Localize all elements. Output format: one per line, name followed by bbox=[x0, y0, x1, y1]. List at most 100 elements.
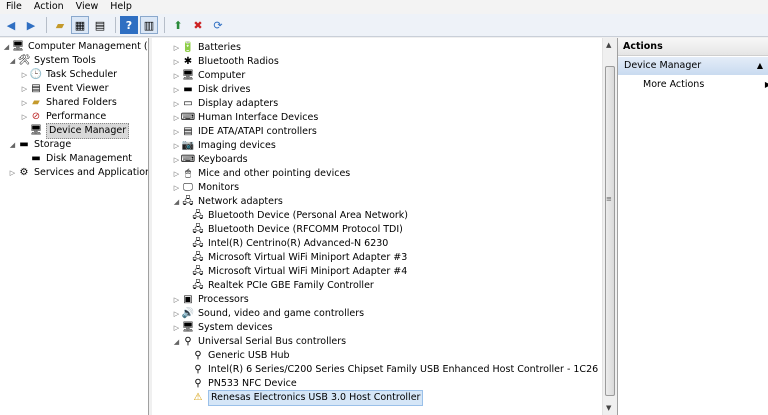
menu-view[interactable]: View bbox=[70, 0, 105, 14]
device-item[interactable]: ⚠ Renesas Electronics USB 3.0 Host Contro… bbox=[191, 390, 424, 406]
device-label: Microsoft Virtual WiFi Miniport Adapter … bbox=[208, 266, 408, 277]
device-item[interactable]: 🖧 Microsoft Virtual WiFi Miniport Adapter… bbox=[191, 265, 407, 279]
collapse-icon[interactable]: ◢ bbox=[172, 195, 181, 209]
device-category[interactable]: ▷ 🖱 Mice and other pointing devices bbox=[172, 167, 350, 181]
properties-icon[interactable]: ▤ bbox=[91, 16, 109, 34]
tree-node-event-viewer[interactable]: ▷ ▤ Event Viewer bbox=[20, 82, 109, 96]
device-category[interactable]: ▷ ▬ Disk drives bbox=[172, 83, 251, 97]
device-label: Batteries bbox=[198, 42, 241, 53]
expand-icon[interactable]: ▷ bbox=[172, 111, 181, 125]
help-icon[interactable]: ? bbox=[120, 16, 138, 34]
device-item[interactable]: 🖧 Realtek PCIe GBE Family Controller bbox=[191, 279, 374, 293]
device-category[interactable]: ▷ ⌨ Human Interface Devices bbox=[172, 111, 318, 125]
device-category[interactable]: ▷ 📷 Imaging devices bbox=[172, 139, 276, 153]
expand-icon[interactable]: ▷ bbox=[172, 41, 181, 55]
device-item[interactable]: 🖧 Microsoft Virtual WiFi Miniport Adapter… bbox=[191, 251, 407, 265]
shared-folder-icon: ▰ bbox=[32, 97, 40, 108]
expand-icon[interactable]: ▷ bbox=[172, 97, 181, 111]
menu-file[interactable]: File bbox=[0, 0, 28, 14]
scroll-down-icon[interactable]: ▼ bbox=[606, 404, 611, 412]
device-category[interactable]: ◢ 🖧 Network adapters bbox=[172, 195, 283, 209]
expand-icon[interactable]: ▷ bbox=[172, 293, 181, 307]
tree-node-task-scheduler[interactable]: ▷ 🕒 Task Scheduler bbox=[20, 68, 117, 82]
disk-management-icon: ▬ bbox=[31, 153, 41, 164]
expand-icon[interactable]: ▷ bbox=[172, 167, 181, 181]
show-hide-icon[interactable]: ▥ bbox=[140, 16, 158, 34]
tree-node-shared-folders[interactable]: ▷ ▰ Shared Folders bbox=[20, 96, 117, 110]
tree-node-system-tools[interactable]: ◢ 🛠 System Tools bbox=[8, 54, 96, 68]
device-tree: ▷ 🔋 Batteries ▷ ✱ Bluetooth Radios ▷ 🖥 Computer ▷… bbox=[152, 38, 602, 415]
scan-hardware-icon[interactable]: ⟳ bbox=[209, 16, 227, 34]
device-category[interactable]: ▷ 🔊 Sound, video and game controllers bbox=[172, 307, 364, 321]
expand-icon[interactable]: ▷ bbox=[172, 125, 181, 139]
collapse-icon[interactable]: ◢ bbox=[8, 54, 17, 68]
uninstall-icon[interactable]: ✖ bbox=[189, 16, 207, 34]
device-label: Imaging devices bbox=[198, 140, 276, 151]
device-item[interactable]: ⚲ Generic USB Hub bbox=[191, 349, 289, 363]
expand-icon[interactable]: ▷ bbox=[172, 83, 181, 97]
console-tree: ◢ 🖥 Computer Management (Local ◢ 🛠 Syste… bbox=[0, 38, 149, 415]
tree-node-root[interactable]: ◢ 🖥 Computer Management (Local bbox=[2, 40, 148, 54]
tree-node-device-manager[interactable]: 🖥 Device Manager bbox=[29, 123, 130, 139]
expand-icon[interactable]: ▷ bbox=[20, 68, 29, 82]
more-actions-item[interactable]: More Actions ▶ bbox=[643, 78, 768, 92]
up-folder-icon[interactable]: ▰ bbox=[51, 16, 69, 34]
forward-arrow-icon[interactable]: ▶ bbox=[22, 16, 40, 34]
menu-help[interactable]: Help bbox=[104, 0, 138, 14]
device-category[interactable]: ▷ ✱ Bluetooth Radios bbox=[172, 55, 279, 69]
expand-icon[interactable]: ▷ bbox=[20, 82, 29, 96]
device-category[interactable]: ▷ 🔋 Batteries bbox=[172, 41, 241, 55]
update-driver-icon[interactable]: ⬆ bbox=[169, 16, 187, 34]
expand-icon[interactable]: ▷ bbox=[172, 181, 181, 195]
device-category[interactable]: ▷ 🖵 Monitors bbox=[172, 181, 239, 195]
tree-label: Performance bbox=[46, 111, 107, 122]
menu-bar: File Action View Help bbox=[0, 0, 768, 14]
expand-icon[interactable]: ▷ bbox=[172, 69, 181, 83]
collapse-icon[interactable]: ◢ bbox=[2, 40, 11, 54]
device-category[interactable]: ◢ ⚲ Universal Serial Bus controllers bbox=[172, 335, 346, 349]
tree-node-storage[interactable]: ◢ ▬ Storage bbox=[8, 138, 71, 152]
device-label: Display adapters bbox=[198, 98, 279, 109]
device-label: Sound, video and game controllers bbox=[198, 308, 365, 319]
actions-section-device-manager[interactable]: Device Manager ▲ bbox=[618, 57, 768, 75]
device-item[interactable]: 🖧 Bluetooth Device (Personal Area Network… bbox=[191, 209, 408, 223]
menu-action[interactable]: Action bbox=[28, 0, 70, 14]
expand-icon[interactable]: ▷ bbox=[172, 139, 181, 153]
tree-node-disk-management[interactable]: ▬ Disk Management bbox=[29, 152, 132, 166]
device-label: Realtek PCIe GBE Family Controller bbox=[208, 280, 374, 291]
device-item[interactable]: 🖧 Bluetooth Device (RFCOMM Protocol TDI) bbox=[191, 223, 402, 237]
console-tree-icon[interactable]: ▦ bbox=[71, 16, 89, 34]
ide-controller-icon: ▤ bbox=[183, 126, 193, 137]
clock-icon: 🕒 bbox=[29, 69, 43, 80]
device-item[interactable]: ⚲ Intel(R) 6 Series/C200 Series Chipset F… bbox=[191, 363, 598, 377]
scrollbar-thumb[interactable] bbox=[605, 66, 615, 396]
device-label: Microsoft Virtual WiFi Miniport Adapter … bbox=[208, 252, 408, 263]
usb-device-icon: ⚲ bbox=[194, 364, 202, 375]
device-category[interactable]: ▷ ▭ Display adapters bbox=[172, 97, 278, 111]
expand-icon[interactable]: ▷ bbox=[172, 307, 181, 321]
vertical-scrollbar[interactable]: ▲ ≡ ▼ bbox=[602, 38, 617, 415]
device-category[interactable]: ▷ 🖥 System devices bbox=[172, 321, 273, 335]
tree-node-services[interactable]: ▷ ⚙ Services and Applications bbox=[8, 166, 148, 180]
device-item[interactable]: ⚲ PN533 NFC Device bbox=[191, 377, 296, 391]
collapse-icon[interactable]: ◢ bbox=[172, 335, 181, 349]
scroll-up-icon[interactable]: ▲ bbox=[606, 41, 611, 49]
tree-node-performance[interactable]: ▷ ⊘ Performance bbox=[20, 110, 106, 124]
tree-label: Computer Management (Local bbox=[28, 41, 148, 52]
expand-icon[interactable]: ▷ bbox=[8, 166, 17, 180]
collapse-up-icon[interactable]: ▲ bbox=[757, 57, 763, 75]
device-category[interactable]: ▷ ⌨ Keyboards bbox=[172, 153, 248, 167]
tree-label: Shared Folders bbox=[46, 97, 117, 108]
device-category[interactable]: ▷ ▣ Processors bbox=[172, 293, 249, 307]
expand-icon[interactable]: ▷ bbox=[20, 96, 29, 110]
expand-icon[interactable]: ▷ bbox=[20, 110, 29, 124]
expand-icon[interactable]: ▷ bbox=[172, 153, 181, 167]
device-category[interactable]: ▷ 🖥 Computer bbox=[172, 69, 245, 83]
back-arrow-icon[interactable]: ◀ bbox=[2, 16, 20, 34]
expand-icon[interactable]: ▷ bbox=[172, 55, 181, 69]
network-device-icon: 🖧 bbox=[192, 224, 204, 235]
collapse-icon[interactable]: ◢ bbox=[8, 138, 17, 152]
expand-icon[interactable]: ▷ bbox=[172, 321, 181, 335]
device-category[interactable]: ▷ ▤ IDE ATA/ATAPI controllers bbox=[172, 125, 317, 139]
device-item[interactable]: 🖧 Intel(R) Centrino(R) Advanced-N 6230 bbox=[191, 237, 388, 251]
